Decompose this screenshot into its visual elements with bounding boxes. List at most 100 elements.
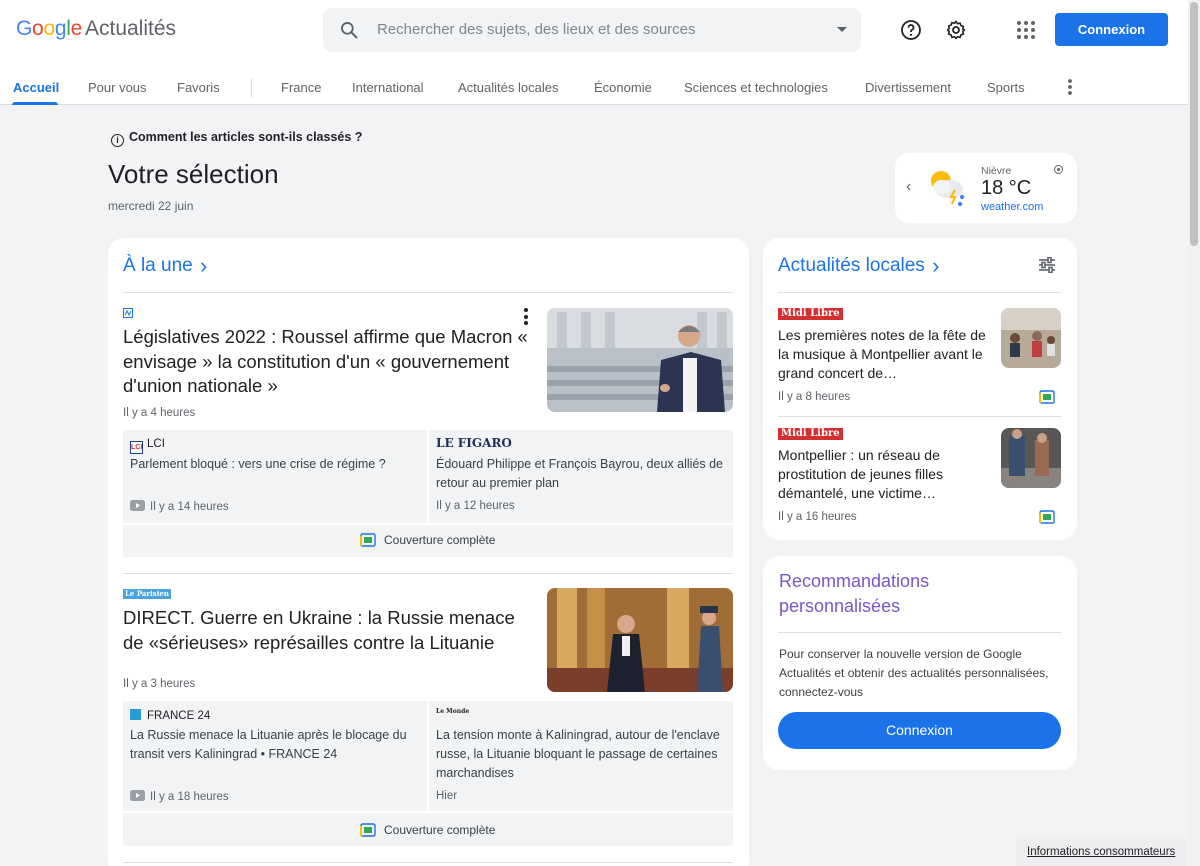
nav-tab-divertissement[interactable]: Divertissement xyxy=(865,80,951,95)
active-tab-indicator xyxy=(12,102,58,105)
related-time: Il y a 12 heures xyxy=(436,500,515,512)
weather-city: Nièvre xyxy=(981,165,1012,177)
lci-logo-icon: LCI xyxy=(130,441,143,454)
weather-source-link[interactable]: weather.com xyxy=(981,201,1043,213)
search-options-chevron-icon[interactable] xyxy=(837,27,847,32)
ranking-info-link[interactable]: i Comment les articles sont-ils classés ? xyxy=(111,130,362,147)
source-france24[interactable]: FRANCE 24 xyxy=(130,709,210,722)
video-icon xyxy=(130,500,145,511)
local-story-image[interactable] xyxy=(1001,308,1061,368)
google-news-logo[interactable]: Google Actualités xyxy=(16,17,176,41)
local-time: Il y a 8 heures xyxy=(778,391,851,403)
local-news-title-link[interactable]: Actualités locales › xyxy=(778,253,939,279)
video-icon xyxy=(130,790,145,801)
nav-tab-economie[interactable]: Économie xyxy=(594,80,652,95)
related-article-title[interactable]: Édouard Philippe et François Bayrou, deu… xyxy=(436,455,726,493)
full-coverage-text: Couverture complète xyxy=(384,533,496,547)
full-coverage-label[interactable]: Couverture complète xyxy=(360,823,495,837)
divider xyxy=(778,632,1061,633)
divider xyxy=(778,416,1061,417)
full-coverage-icon xyxy=(360,823,376,837)
source-le-monde[interactable]: Le Monde xyxy=(436,708,469,715)
full-coverage-label[interactable]: Couverture complète xyxy=(360,533,495,547)
settings-gear-icon[interactable] xyxy=(944,18,968,42)
logo-suffix: Actualités xyxy=(84,17,177,40)
source-le-parisien-logo[interactable]: Le Parisien xyxy=(123,589,171,599)
story-time: Il y a 4 heures xyxy=(123,407,196,419)
story-headline[interactable]: Législatives 2022 : Roussel affirme que … xyxy=(123,325,538,399)
story-headline[interactable]: DIRECT. Guerre en Ukraine : la Russie me… xyxy=(123,606,538,655)
local-headline[interactable]: Les premières notes de la fête de la mus… xyxy=(778,326,988,383)
consumer-info-link[interactable]: Informations consommateurs xyxy=(1016,839,1186,866)
source-name: LCI xyxy=(147,438,165,450)
story-time: Il y a 3 heures xyxy=(123,678,196,690)
source-le-figaro[interactable]: LE FIGARO xyxy=(436,436,512,450)
sign-in-button[interactable]: Connexion xyxy=(1055,13,1168,46)
section-nav: Accueil Pour vous Favoris France Interna… xyxy=(0,72,1188,105)
source-lci[interactable]: LCI LCI xyxy=(130,438,165,454)
related-time: Hier xyxy=(436,790,458,802)
page-scrollbar[interactable] xyxy=(1188,0,1200,866)
help-icon[interactable] xyxy=(899,18,923,42)
more-vert-icon[interactable] xyxy=(1067,78,1073,96)
related-article-title[interactable]: La Russie menace la Lituanie après le bl… xyxy=(130,726,420,764)
nav-tab-sports[interactable]: Sports xyxy=(987,80,1025,95)
divider xyxy=(123,573,733,574)
nav-tab-international[interactable]: International xyxy=(352,80,424,95)
local-headline[interactable]: Montpellier : un réseau de prostitution … xyxy=(778,446,988,503)
chevron-right-icon: › xyxy=(200,253,208,278)
info-icon: i xyxy=(111,134,124,147)
source-name: FRANCE 24 xyxy=(147,710,211,722)
nav-divider xyxy=(251,78,252,98)
source-logo-icon[interactable] xyxy=(123,308,133,318)
local-time: Il y a 16 heures xyxy=(778,511,857,523)
divider xyxy=(778,292,1061,293)
weather-widget[interactable]: ‹ Nièvre 18 °C weather.com xyxy=(895,153,1077,223)
nav-tab-accueil[interactable]: Accueil xyxy=(13,80,59,95)
recommendations-sign-in-button[interactable]: Connexion xyxy=(778,712,1061,749)
recommendations-card: Recommandations personnalisées Pour cons… xyxy=(763,556,1077,770)
full-coverage-icon xyxy=(360,533,376,547)
nav-tab-sciences[interactable]: Sciences et technologies xyxy=(684,80,828,95)
page-title: Votre sélection xyxy=(108,159,279,189)
search-input[interactable]: Rechercher des sujets, des lieux et des … xyxy=(377,21,696,38)
search-icon[interactable] xyxy=(339,20,359,40)
local-story-image[interactable] xyxy=(1001,428,1061,488)
france24-logo-icon xyxy=(130,709,141,720)
location-icon[interactable] xyxy=(1054,165,1063,174)
story-image[interactable] xyxy=(547,588,733,692)
full-coverage-text: Couverture complète xyxy=(384,823,496,837)
nav-tab-pour-vous[interactable]: Pour vous xyxy=(88,80,147,95)
apps-grid-icon[interactable] xyxy=(1014,18,1038,42)
source-midi-libre[interactable]: Midi Libre xyxy=(778,428,843,440)
recommendations-text: Pour conserver la nouvelle version de Go… xyxy=(779,647,1049,699)
source-midi-libre[interactable]: Midi Libre xyxy=(778,308,843,320)
divider xyxy=(123,862,733,863)
related-time-with-video: Il y a 18 heures xyxy=(130,790,229,803)
related-time: Il y a 18 heures xyxy=(150,791,229,803)
weather-temperature: 18 °C xyxy=(981,177,1032,199)
chevron-left-icon[interactable]: ‹ xyxy=(906,178,911,196)
recommendations-title: Recommandations personnalisées xyxy=(779,571,930,616)
nav-tab-local[interactable]: Actualités locales xyxy=(458,80,558,95)
nav-tab-france[interactable]: France xyxy=(281,80,321,95)
page-date: mercredi 22 juin xyxy=(108,199,194,213)
top-stories-title: À la une xyxy=(123,255,193,276)
full-coverage-icon[interactable] xyxy=(1039,510,1055,524)
weather-storm-icon xyxy=(931,171,965,207)
scrollbar-thumb[interactable] xyxy=(1190,2,1198,246)
local-news-card: Actualités locales › Midi Libre Les prem… xyxy=(763,238,1077,540)
top-stories-card: À la une › Législatives 2022 : Roussel a… xyxy=(108,238,749,866)
top-stories-title-link[interactable]: À la une › xyxy=(123,253,207,279)
ranking-info-label: Comment les articles sont-ils classés ? xyxy=(129,130,363,144)
related-article-title[interactable]: La tension monte à Kaliningrad, autour d… xyxy=(436,726,728,783)
divider xyxy=(123,292,733,293)
search-bar[interactable]: Rechercher des sujets, des lieux et des … xyxy=(323,8,861,52)
related-time-with-video: Il y a 14 heures xyxy=(130,500,229,513)
related-article-title[interactable]: Parlement bloqué : vers une crise de rég… xyxy=(130,455,420,474)
full-coverage-icon[interactable] xyxy=(1039,390,1055,404)
story-image[interactable] xyxy=(547,308,733,412)
nav-tab-favoris[interactable]: Favoris xyxy=(177,80,220,95)
tune-settings-icon[interactable] xyxy=(1038,257,1056,273)
chevron-right-icon: › xyxy=(932,253,940,278)
